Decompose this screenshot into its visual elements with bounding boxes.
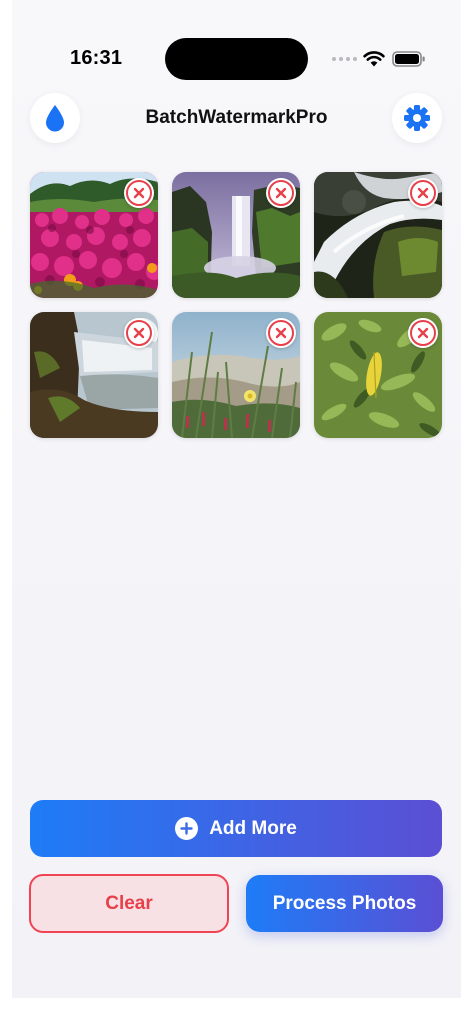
remove-photo-button[interactable] xyxy=(124,178,154,208)
gear-icon xyxy=(404,105,430,131)
photo-grid xyxy=(30,172,444,438)
photo-thumbnail[interactable] xyxy=(30,312,158,438)
photo-thumbnail[interactable] xyxy=(172,172,300,298)
close-icon xyxy=(133,187,145,199)
add-more-label: Add More xyxy=(209,817,297,839)
remove-photo-button[interactable] xyxy=(266,178,296,208)
clear-button[interactable]: Clear xyxy=(29,874,229,933)
remove-photo-button[interactable] xyxy=(408,178,438,208)
process-photos-button[interactable]: Process Photos xyxy=(246,875,443,932)
plus-circle-icon xyxy=(175,817,199,840)
close-icon xyxy=(417,187,429,199)
photo-thumbnail[interactable] xyxy=(314,172,442,298)
app-screen: 16:31 BatchWatermarkPro Add More Clear P… xyxy=(12,0,461,998)
clear-label: Clear xyxy=(105,892,153,914)
status-time: 16:31 xyxy=(70,47,123,69)
close-icon xyxy=(275,187,287,199)
battery-icon xyxy=(392,51,425,67)
add-more-button[interactable]: Add More xyxy=(30,800,442,857)
process-photos-label: Process Photos xyxy=(272,892,417,914)
dynamic-island xyxy=(165,38,308,80)
close-icon xyxy=(417,327,429,339)
close-icon xyxy=(275,327,287,339)
remove-photo-button[interactable] xyxy=(408,318,438,348)
settings-button[interactable] xyxy=(392,93,442,143)
photo-thumbnail[interactable] xyxy=(172,312,300,438)
remove-photo-button[interactable] xyxy=(124,318,154,348)
cellular-signal-icon xyxy=(332,57,357,61)
wifi-icon xyxy=(363,51,385,67)
close-icon xyxy=(133,327,145,339)
status-indicators xyxy=(332,48,432,70)
photo-thumbnail[interactable] xyxy=(314,312,442,438)
photo-thumbnail[interactable] xyxy=(30,172,158,298)
remove-photo-button[interactable] xyxy=(266,318,296,348)
